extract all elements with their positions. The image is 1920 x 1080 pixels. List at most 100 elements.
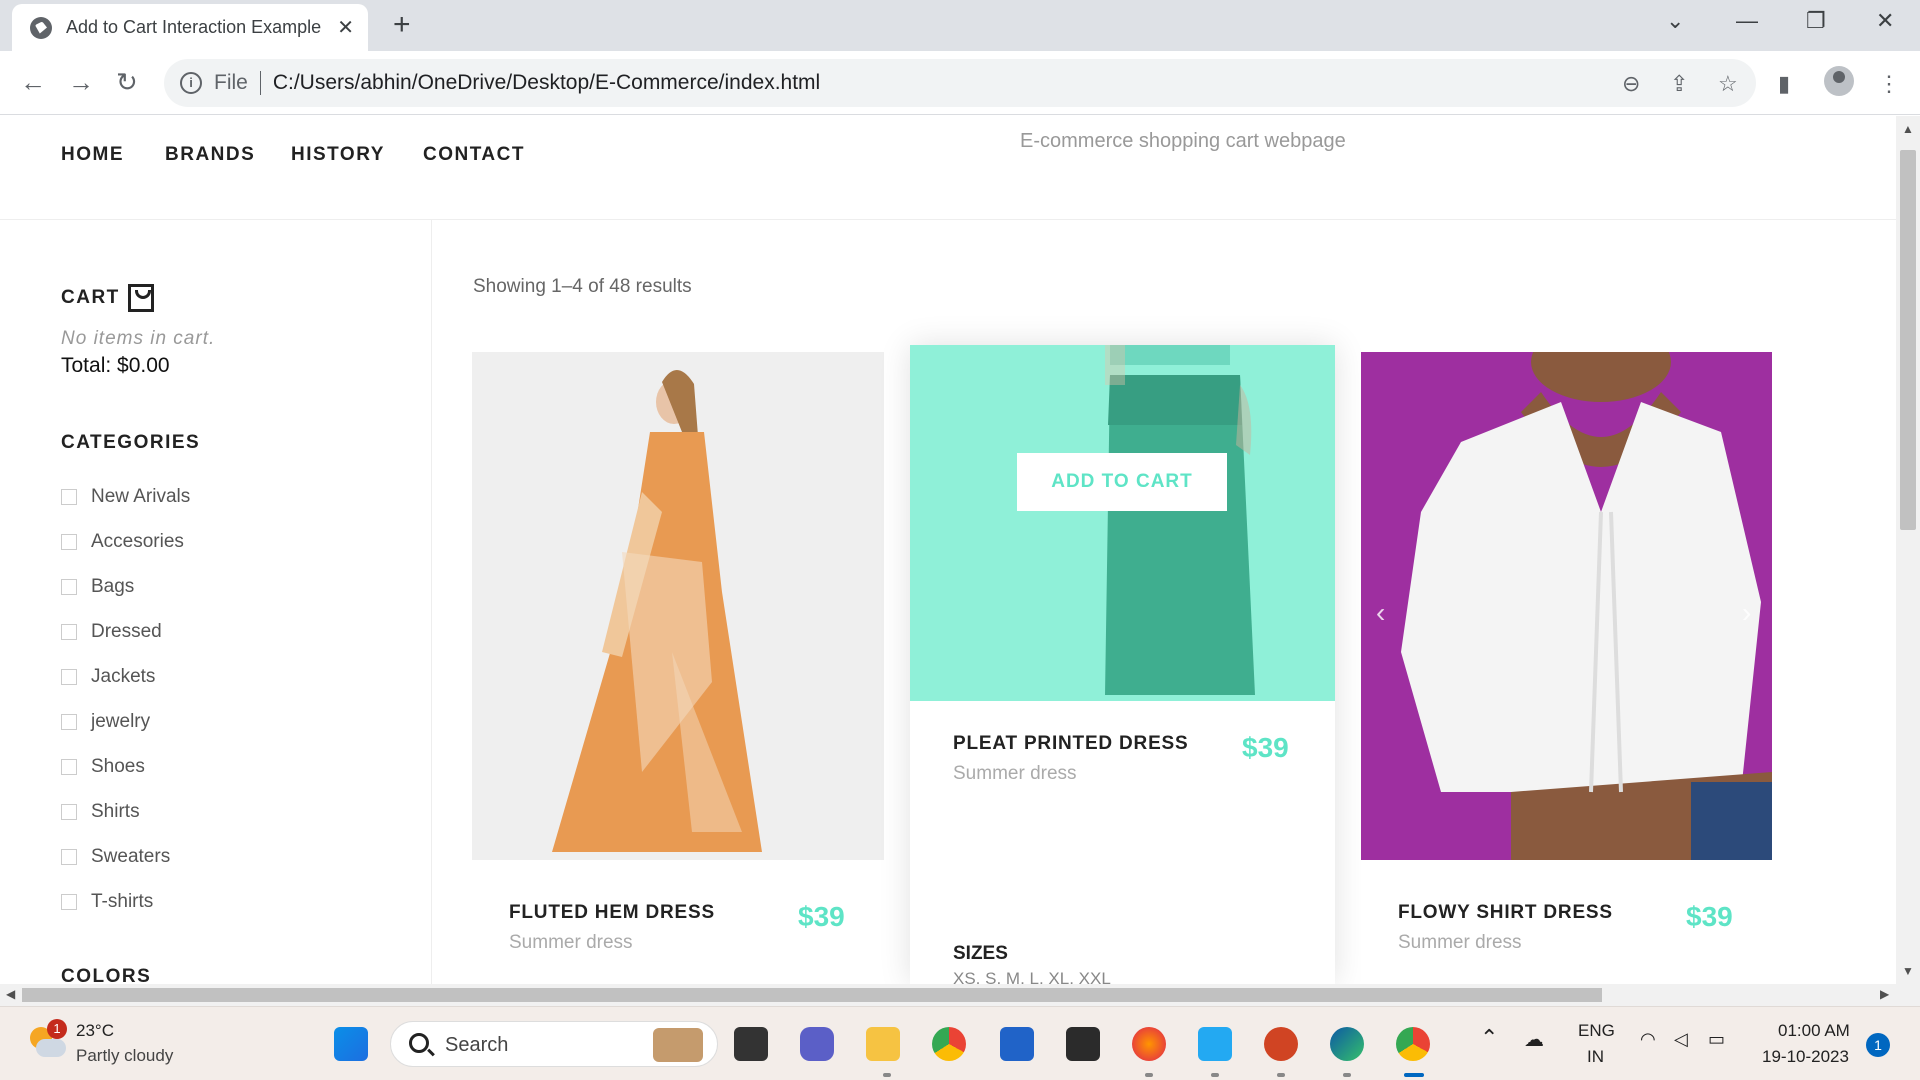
chrome-active-icon[interactable]	[1396, 1027, 1430, 1061]
language-bottom[interactable]: IN	[1587, 1047, 1604, 1067]
notification-badge[interactable]: 1	[1866, 1033, 1890, 1057]
battery-icon[interactable]: ▭	[1708, 1029, 1725, 1050]
category-item[interactable]: Accesories	[61, 519, 190, 564]
product-image[interactable]	[472, 352, 884, 860]
horizontal-scrollbar[interactable]: ◀ ▶	[0, 984, 1920, 1006]
share-icon[interactable]: ⇪	[1670, 71, 1688, 97]
sizes-label: SIZES	[953, 943, 1008, 964]
volume-icon[interactable]: ◁	[1674, 1029, 1688, 1050]
clock-date[interactable]: 19-10-2023	[1762, 1047, 1849, 1067]
scroll-down-icon[interactable]: ▼	[1902, 964, 1914, 978]
menu-icon[interactable]: ⋮	[1878, 71, 1900, 97]
bookmark-star-icon[interactable]: ☆	[1718, 71, 1738, 97]
running-indicator	[1145, 1073, 1153, 1077]
product-subtitle: Summer dress	[1398, 932, 1522, 953]
nav-history[interactable]: HISTORY	[291, 144, 385, 166]
checkbox[interactable]	[61, 578, 77, 595]
clock-time[interactable]: 01:00 AM	[1778, 1021, 1850, 1041]
firefox-icon[interactable]	[1132, 1027, 1166, 1061]
chat-icon[interactable]	[800, 1027, 834, 1061]
profile-avatar[interactable]	[1824, 66, 1854, 96]
nav-contact[interactable]: CONTACT	[423, 144, 525, 166]
terminal-icon[interactable]	[1066, 1027, 1100, 1061]
add-to-cart-button[interactable]: ADD TO CART	[1017, 453, 1227, 511]
scroll-left-icon[interactable]: ◀	[6, 987, 15, 1001]
url-text[interactable]: C:/Users/abhin/OneDrive/Desktop/E-Commer…	[273, 71, 820, 95]
product-name[interactable]: FLOWY SHIRT DRESS	[1398, 902, 1613, 924]
category-item[interactable]: Shirts	[61, 789, 190, 834]
windows-start-icon[interactable]	[334, 1027, 368, 1061]
close-window-button[interactable]: ✕	[1876, 8, 1894, 34]
zoom-icon[interactable]: ⊖	[1622, 71, 1640, 97]
category-item[interactable]: jewelry	[61, 699, 190, 744]
forward-button[interactable]: →	[68, 67, 94, 97]
nav-brands[interactable]: BRANDS	[165, 144, 255, 166]
checkbox[interactable]	[61, 758, 77, 775]
task-view-icon[interactable]	[734, 1027, 768, 1061]
active-indicator	[1404, 1073, 1424, 1077]
side-panel-icon[interactable]: ▮	[1778, 71, 1790, 97]
scroll-up-icon[interactable]: ▲	[1902, 122, 1914, 136]
cart-heading: CART	[61, 284, 154, 312]
vscode-icon[interactable]	[1198, 1027, 1232, 1061]
nav-home[interactable]: HOME	[61, 144, 124, 166]
category-item[interactable]: Dressed	[61, 609, 190, 654]
product-card[interactable]: FLUTED HEM DRESS Summer dress $39	[472, 352, 884, 984]
product-card[interactable]: ‹ › FLOWY SHIRT DRESS Summer dress $39	[1361, 352, 1772, 984]
taskbar-search[interactable]: Search	[390, 1021, 718, 1067]
tray-overflow-icon[interactable]: ⌃	[1480, 1025, 1498, 1051]
checkbox[interactable]	[61, 848, 77, 865]
categories-heading: CATEGORIES	[61, 432, 201, 453]
minimize-button[interactable]: —	[1736, 8, 1758, 34]
checkbox[interactable]	[61, 803, 77, 820]
product-card-hovered[interactable]: ADD TO CART PLEAT PRINTED DRESS Summer d…	[910, 345, 1335, 984]
carousel-prev-icon[interactable]: ‹	[1376, 597, 1385, 629]
globe-icon	[30, 16, 52, 39]
category-label: jewelry	[91, 710, 151, 732]
restore-button[interactable]: ❐	[1806, 8, 1826, 34]
checkbox[interactable]	[61, 488, 77, 505]
weather-temperature[interactable]: 23°C	[76, 1021, 114, 1041]
category-label: Accesories	[91, 530, 184, 552]
checkbox[interactable]	[61, 893, 77, 910]
powerpoint-icon[interactable]	[1264, 1027, 1298, 1061]
product-subtitle: Summer dress	[953, 763, 1077, 784]
scrollbar-thumb[interactable]	[1900, 150, 1916, 530]
vertical-scrollbar[interactable]: ▲ ▼	[1896, 116, 1920, 984]
carousel-next-icon[interactable]: ›	[1742, 597, 1751, 629]
checkbox[interactable]	[61, 668, 77, 685]
category-item[interactable]: Bags	[61, 564, 190, 609]
product-image[interactable]: ‹ ›	[1361, 352, 1772, 860]
scroll-right-icon[interactable]: ▶	[1880, 987, 1889, 1001]
product-price: $39	[1686, 901, 1733, 932]
product-name[interactable]: FLUTED HEM DRESS	[509, 902, 715, 924]
checkbox[interactable]	[61, 533, 77, 550]
edge-icon[interactable]	[1330, 1027, 1364, 1061]
category-item[interactable]: Sweaters	[61, 834, 190, 879]
weather-description[interactable]: Partly cloudy	[76, 1046, 173, 1066]
back-button[interactable]: ←	[20, 67, 46, 97]
store-icon[interactable]	[1000, 1027, 1034, 1061]
category-item[interactable]: Shoes	[61, 744, 190, 789]
checkbox[interactable]	[61, 713, 77, 730]
scrollbar-thumb[interactable]	[22, 988, 1602, 1002]
address-bar[interactable]: i File C:/Users/abhin/OneDrive/Desktop/E…	[164, 59, 1756, 107]
chrome-icon[interactable]	[932, 1027, 966, 1061]
new-tab-button[interactable]: +	[393, 10, 411, 40]
onedrive-icon[interactable]: ☁	[1524, 1027, 1544, 1052]
reload-button[interactable]: ↻	[116, 67, 138, 97]
wifi-icon[interactable]: ◠	[1640, 1029, 1656, 1050]
tab-search-icon[interactable]: ⌄	[1666, 8, 1684, 34]
file-explorer-icon[interactable]	[866, 1027, 900, 1061]
info-icon[interactable]: i	[180, 72, 202, 94]
category-label: Bags	[91, 575, 135, 597]
category-item[interactable]: New Arivals	[61, 474, 190, 519]
browser-tab[interactable]: Add to Cart Interaction Example ✕	[12, 4, 368, 51]
language-top[interactable]: ENG	[1578, 1021, 1615, 1041]
checkbox[interactable]	[61, 623, 77, 640]
close-tab-icon[interactable]: ✕	[337, 15, 354, 40]
category-item[interactable]: Jackets	[61, 654, 190, 699]
product-name[interactable]: PLEAT PRINTED DRESS	[953, 733, 1188, 755]
product-image[interactable]: ADD TO CART	[910, 345, 1335, 701]
category-item[interactable]: T-shirts	[61, 879, 190, 924]
